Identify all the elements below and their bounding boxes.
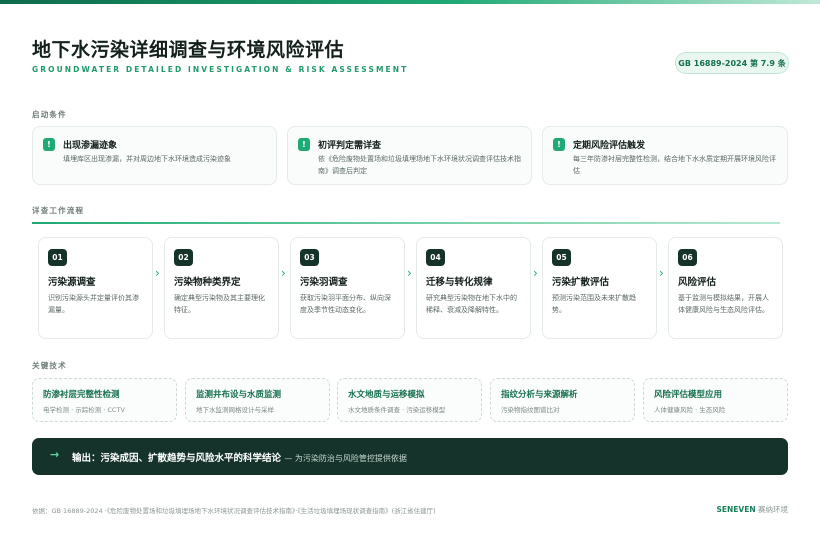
trigger-title: 出现渗漏迹象 <box>63 141 118 151</box>
workflow-step-card: 05 污染扩散评估 预测污染范围及未来扩散趋势。 <box>542 237 657 339</box>
step-number: 02 <box>174 249 193 266</box>
step-number: 06 <box>678 249 697 266</box>
output-conclusion-bar: → 输出：污染成因、扩散趋势与风险水平的科学结论 — 为污染防治与风险管控提供依… <box>32 438 788 475</box>
technique-description: 人体健康风险 · 生态风险 <box>654 406 726 414</box>
workflow-step-card: 02 污染物种类界定 确定典型污染物及其主要理化特征。 <box>164 237 279 339</box>
technique-card: 风险评估模型应用 人体健康风险 · 生态风险 <box>643 378 788 422</box>
workflow-step-card: 06 风险评估 基于监测与模拟结果，开展人体健康风险与生态风险评估。 <box>668 237 783 339</box>
trigger-card: ! 出现渗漏迹象 填埋库区出现渗漏，并对周边地下水环境造成污染迹象 <box>32 126 277 185</box>
workflow-step-card: 03 污染羽调查 获取污染羽平面分布、纵向深度及季节性动态变化。 <box>290 237 405 339</box>
step-title: 污染物种类界定 <box>174 277 241 288</box>
standard-badge: GB 16889-2024 第 7.9 条 <box>675 52 789 74</box>
technique-description: 地下水监测网格设计与采样 <box>196 406 274 414</box>
step-number: 05 <box>552 249 571 266</box>
triggers-section-label: 启动条件 <box>32 110 67 119</box>
output-main-text: 输出：污染成因、扩散趋势与风险水平的科学结论 <box>72 453 282 464</box>
workflow-step-card: 04 迁移与转化规律 研究典型污染物在地下水中的稀释、衰减及降解特性。 <box>416 237 531 339</box>
page-title: 地下水污染详细调查与环境风险评估 <box>32 39 345 61</box>
step-number: 01 <box>48 249 67 266</box>
technique-description: 电学检测 · 示踪检测 · CCTV <box>43 406 125 414</box>
step-description: 研究典型污染物在地下水中的稀释、衰减及降解特性。 <box>426 294 517 314</box>
footer-sources: 依据：GB 16889-2024 ·《危险废物处置场和垃圾填埋场地下水环境状况调… <box>32 507 436 515</box>
alert-icon: ! <box>553 138 565 151</box>
workflow-progress-line <box>32 222 780 224</box>
trigger-title: 初评判定需详查 <box>318 141 382 151</box>
chevron-right-icon: › <box>281 266 286 280</box>
brand-name-en: SENEVEN <box>716 505 756 514</box>
technique-card: 水文地质与运移模拟 水文地质条件调查 · 污染运移模型 <box>337 378 482 422</box>
workflow-section-label: 详查工作流程 <box>32 206 85 215</box>
step-title: 污染羽调查 <box>300 277 348 288</box>
trigger-description: 依《危险废物处置场和垃圾填埋场地下水环境状况调查评估技术指南》调查后判定 <box>318 155 521 175</box>
chevron-right-icon: › <box>155 266 160 280</box>
technique-description: 污染物指纹图谱比对 <box>501 406 560 414</box>
trigger-description: 填埋库区出现渗漏，并对周边地下水环境造成污染迹象 <box>63 155 231 163</box>
step-number: 04 <box>426 249 445 266</box>
brand-name-cn: 赛纳环境 <box>758 505 788 514</box>
techniques-section-label: 关键技术 <box>32 361 67 370</box>
step-description: 预测污染范围及未来扩散趋势。 <box>552 294 636 314</box>
trigger-title: 定期风险评估触发 <box>573 141 646 151</box>
technique-title: 水文地质与运移模拟 <box>348 390 425 400</box>
workflow-step-card: 01 污染源调查 识别污染源头并定量评价其渗漏量。 <box>38 237 153 339</box>
step-description: 基于监测与模拟结果，开展人体健康风险与生态风险评估。 <box>678 294 769 314</box>
step-title: 风险评估 <box>678 277 717 288</box>
arrow-right-icon: → <box>50 448 60 461</box>
chevron-right-icon: › <box>659 266 664 280</box>
step-title: 污染源调查 <box>48 277 96 288</box>
technique-title: 监测井布设与水质监测 <box>196 390 282 400</box>
technique-title: 指纹分析与来源解析 <box>501 390 578 400</box>
step-number: 03 <box>300 249 319 266</box>
technique-card: 防渗衬层完整性检测 电学检测 · 示踪检测 · CCTV <box>32 378 177 422</box>
technique-title: 防渗衬层完整性检测 <box>43 390 120 400</box>
step-description: 获取污染羽平面分布、纵向深度及季节性动态变化。 <box>300 294 391 314</box>
step-title: 迁移与转化规律 <box>426 277 493 288</box>
output-sub-text: — 为污染防治与风险管控提供依据 <box>284 454 407 463</box>
technique-description: 水文地质条件调查 · 污染运移模型 <box>348 406 446 414</box>
step-title: 污染扩散评估 <box>552 277 610 288</box>
technique-title: 风险评估模型应用 <box>654 390 723 400</box>
trigger-card: ! 初评判定需详查 依《危险废物处置场和垃圾填埋场地下水环境状况调查评估技术指南… <box>287 126 532 185</box>
step-description: 识别污染源头并定量评价其渗漏量。 <box>48 294 139 314</box>
top-accent-bar <box>0 0 820 4</box>
chevron-right-icon: › <box>407 266 412 280</box>
output-text: 输出：污染成因、扩散趋势与风险水平的科学结论 — 为污染防治与风险管控提供依据 <box>72 450 407 464</box>
chevron-right-icon: › <box>533 266 538 280</box>
trigger-description: 每三年防渗衬层完整性检测，结合地下水水质定期开展环境风险评估 <box>573 155 776 175</box>
technique-card: 指纹分析与来源解析 污染物指纹图谱比对 <box>490 378 635 422</box>
trigger-card: ! 定期风险评估触发 每三年防渗衬层完整性检测，结合地下水水质定期开展环境风险评… <box>542 126 788 185</box>
footer-brand: SENEVEN 赛纳环境 <box>716 504 788 515</box>
alert-icon: ! <box>298 138 310 151</box>
technique-card: 监测井布设与水质监测 地下水监测网格设计与采样 <box>185 378 330 422</box>
page-subtitle: GROUNDWATER DETAILED INVESTIGATION & RIS… <box>32 65 409 74</box>
step-description: 确定典型污染物及其主要理化特征。 <box>174 294 265 314</box>
alert-icon: ! <box>43 138 55 151</box>
